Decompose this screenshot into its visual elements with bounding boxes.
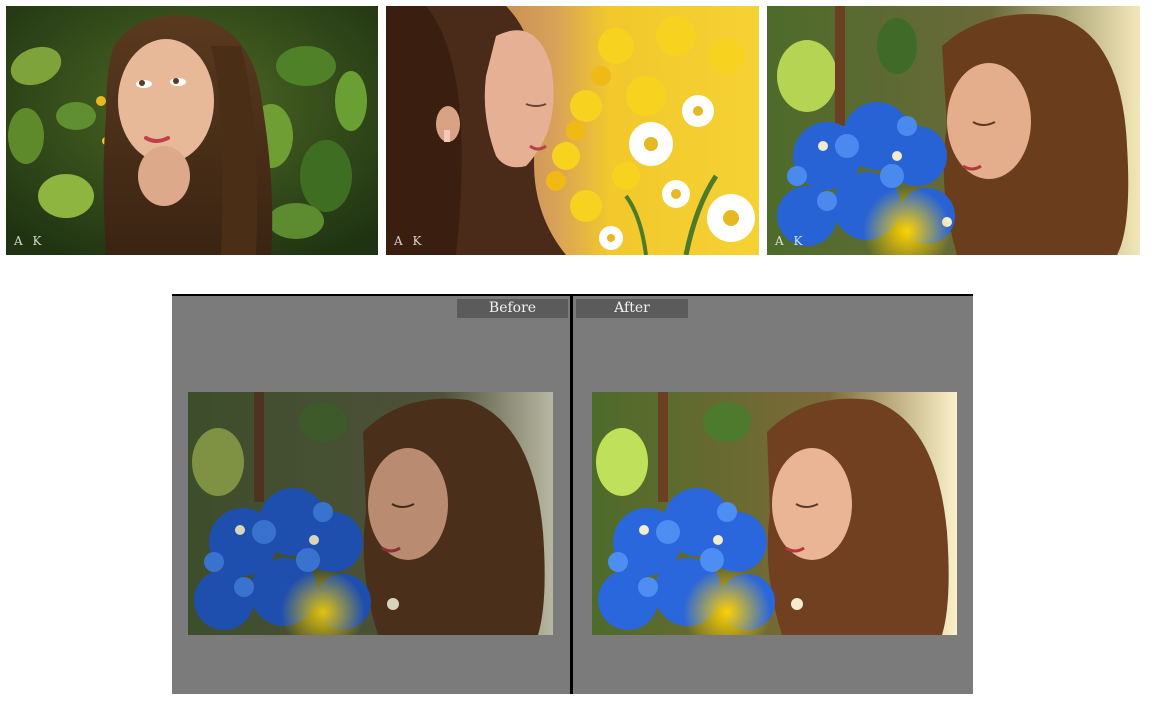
- before-photo-image: [188, 392, 553, 635]
- thumbnail-photo-leaves[interactable]: A K: [6, 6, 378, 255]
- after-photo: [592, 392, 957, 635]
- photo-leaves-image: [6, 6, 378, 255]
- after-photo-image: [592, 392, 957, 635]
- after-label: After: [576, 299, 688, 318]
- before-after-compare-panel: Before After: [172, 294, 973, 694]
- before-label: Before: [457, 299, 568, 318]
- compare-divider[interactable]: [570, 296, 573, 694]
- thumbnail-photo-hydrangea[interactable]: A K: [767, 6, 1140, 255]
- thumbnail-photo-daisies[interactable]: A K: [386, 6, 759, 255]
- photo-daisies-image: [386, 6, 759, 255]
- before-photo: [188, 392, 553, 635]
- watermark-text: A K: [14, 234, 45, 248]
- watermark-text: A K: [775, 234, 806, 248]
- photo-hydrangea-image: [767, 6, 1140, 255]
- watermark-text: A K: [394, 234, 425, 248]
